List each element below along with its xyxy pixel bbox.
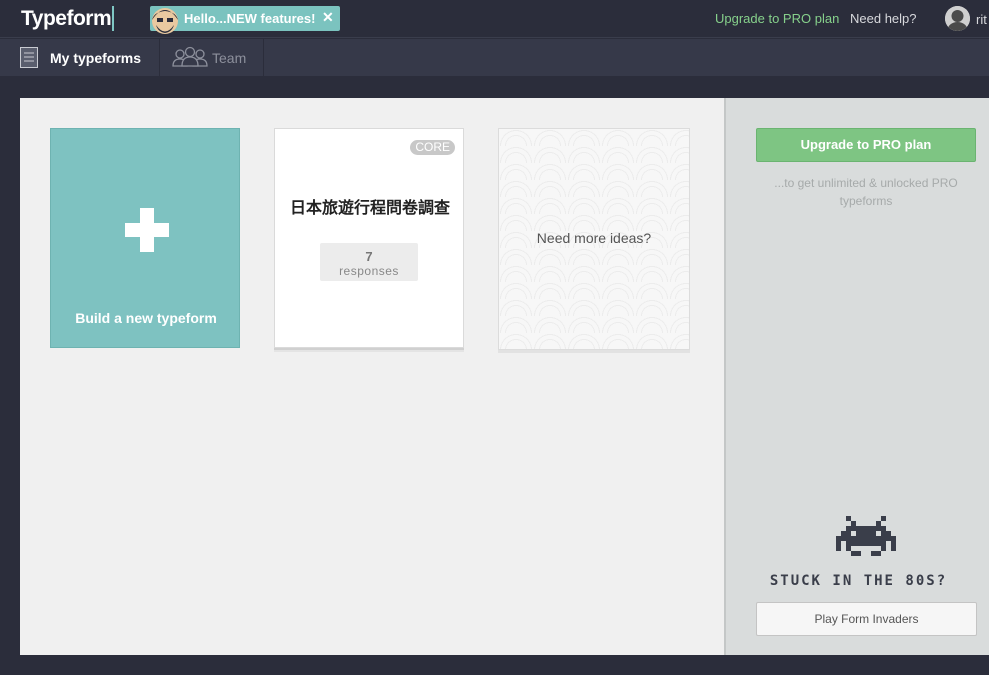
- responses-label: responses: [339, 264, 399, 278]
- tab-my-typeforms[interactable]: My typeforms: [0, 39, 160, 76]
- upgrade-button[interactable]: Upgrade to PRO plan: [756, 128, 976, 162]
- plus-icon-bar: [125, 223, 169, 237]
- need-more-ideas-card[interactable]: Need more ideas?: [498, 128, 690, 350]
- typeform-logo[interactable]: Typeform: [21, 6, 112, 31]
- announcement-banner[interactable]: Hello...NEW features! ✕: [150, 6, 340, 34]
- people-icon: [172, 46, 208, 67]
- user-avatar-icon: [945, 6, 970, 31]
- play-form-invaders-button[interactable]: Play Form Invaders: [756, 602, 977, 636]
- build-new-typeform-label: Build a new typeform: [75, 310, 217, 326]
- user-name[interactable]: rit: [976, 12, 987, 28]
- help-link[interactable]: Need help?: [850, 11, 917, 27]
- right-sidebar: Upgrade to PRO plan ...to get unlimited …: [724, 98, 989, 655]
- close-icon[interactable]: ✕: [322, 9, 334, 26]
- tab-team-label: Team: [212, 50, 247, 66]
- tab-team[interactable]: Team: [160, 39, 264, 76]
- upgrade-link[interactable]: Upgrade to PRO plan: [715, 11, 839, 27]
- space-invader-icon: [836, 516, 896, 556]
- document-icon: [20, 47, 38, 68]
- plan-badge: CORE: [410, 140, 455, 155]
- logo-cursor-mark: [112, 6, 114, 31]
- build-new-typeform-card[interactable]: Build a new typeform: [50, 128, 240, 348]
- upgrade-note: ...to get unlimited & unlocked PRO typef…: [774, 176, 958, 208]
- top-bar: Typeform Hello...NEW features! ✕ Upgrade…: [0, 0, 989, 38]
- typeform-card[interactable]: CORE 日本旅遊行程問卷調查 7 responses: [274, 128, 464, 348]
- responses-counter[interactable]: 7 responses: [320, 243, 418, 281]
- announcement-text: Hello...NEW features!: [184, 11, 316, 26]
- need-more-ideas-label: Need more ideas?: [536, 230, 652, 246]
- avatar[interactable]: [945, 6, 970, 31]
- tab-my-typeforms-label: My typeforms: [50, 50, 142, 66]
- mascot-face-icon: [152, 8, 178, 34]
- typeform-title: 日本旅遊行程問卷調查: [289, 198, 450, 217]
- responses-count: 7: [365, 249, 373, 264]
- stuck-in-the-80s-heading: STUCK IN THE 80S?: [769, 573, 948, 589]
- typeforms-area: Build a new typeform CORE 日本旅遊行程問卷調查 7 r…: [20, 98, 724, 655]
- tab-bar: My typeforms Team: [0, 39, 989, 76]
